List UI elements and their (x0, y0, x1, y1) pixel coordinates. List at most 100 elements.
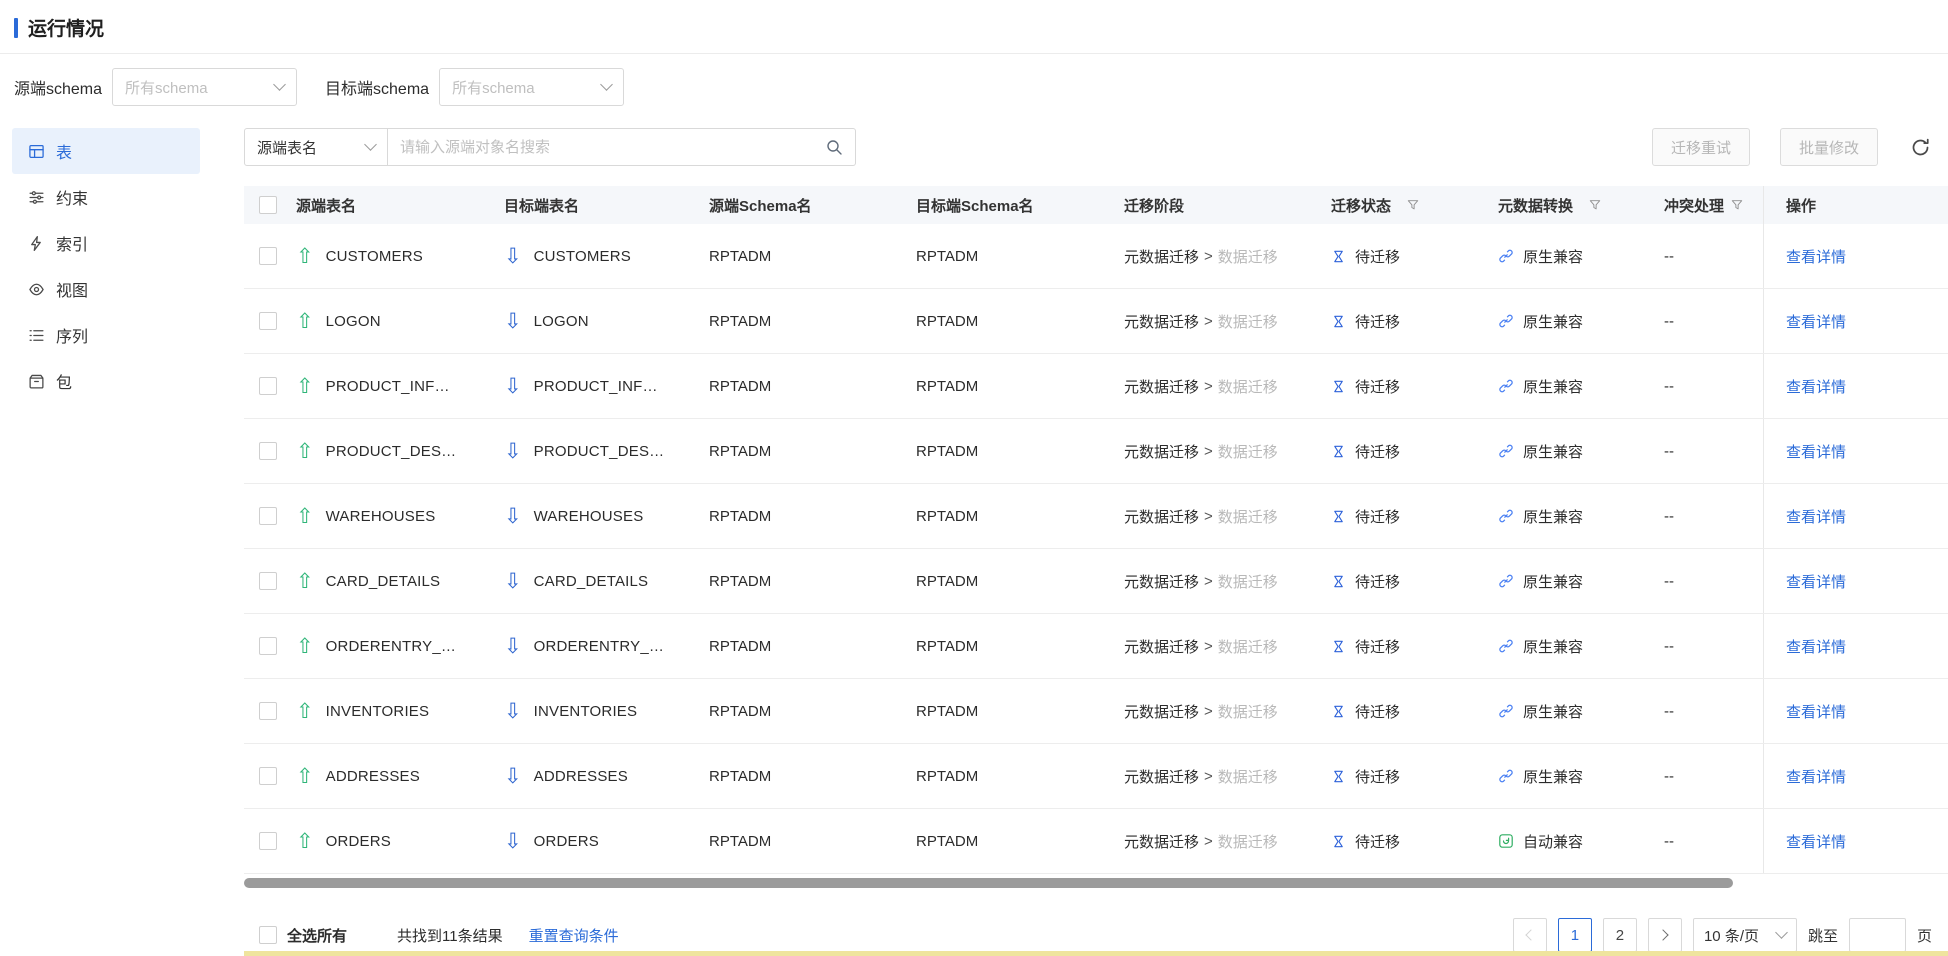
migration-table: 源端表名 目标端表名 源端Schema名 目标端Schema名 迁移阶段 迁移状… (244, 186, 1948, 888)
sidebar-item-constraints[interactable]: 约束 (12, 174, 200, 220)
target-table-name: CUSTOMERS (533, 247, 631, 265)
hourglass-icon (1334, 705, 1343, 717)
view-details-link[interactable]: 查看详情 (1786, 571, 1846, 592)
target-arrow-down-icon: ⇩ (504, 828, 522, 853)
filter-icon[interactable] (1731, 199, 1743, 211)
row-checkbox[interactable] (259, 832, 277, 850)
sidebar-item-sequences[interactable]: 序列 (12, 312, 200, 358)
refresh-button[interactable] (1908, 135, 1932, 159)
source-schema-select[interactable]: 所有schema (112, 68, 298, 106)
metadata-cell: 原生兼容 (1498, 766, 1664, 787)
page-button-1[interactable]: 1 (1557, 918, 1592, 952)
view-details-link[interactable]: 查看详情 (1786, 831, 1846, 852)
phase-separator: > (1204, 442, 1213, 460)
source-schema-value: 所有schema (125, 79, 208, 97)
constraint-icon (29, 190, 44, 204)
metadata-cell: 原生兼容 (1498, 701, 1664, 722)
target-schema-cell: RPTADM (916, 247, 979, 265)
phase-current: 元数据迁移 (1124, 313, 1200, 331)
next-page-button[interactable] (1647, 918, 1682, 952)
page-button-2[interactable]: 2 (1602, 918, 1637, 952)
sidebar-item-tables[interactable]: 表 (12, 128, 200, 174)
row-checkbox[interactable] (259, 377, 277, 395)
toolbar-actions: 迁移重试 批量修改 (1651, 128, 1932, 166)
batch-edit-button[interactable]: 批量修改 (1779, 128, 1878, 166)
source-table-name: CUSTOMERS (325, 247, 423, 265)
toolbar: 源端表名 迁移重试 批量修改 (244, 128, 1948, 166)
phase-separator: > (1204, 702, 1213, 720)
select-all-checkbox[interactable] (259, 196, 277, 214)
phase-current: 元数据迁移 (1124, 703, 1200, 721)
link-icon (1499, 444, 1513, 458)
link-icon (1499, 639, 1513, 653)
table-header: 源端表名 目标端表名 源端Schema名 目标端Schema名 迁移阶段 迁移状… (244, 186, 1948, 224)
phase-current: 元数据迁移 (1124, 638, 1200, 656)
target-schema-select[interactable]: 所有schema (439, 68, 625, 106)
sidebar-item-views[interactable]: 视图 (12, 266, 200, 312)
hourglass-icon (1334, 315, 1343, 327)
search-group: 源端表名 (244, 128, 856, 166)
scrollbar-thumb[interactable] (244, 878, 1733, 888)
source-table-name: INVENTORIES (325, 702, 430, 720)
target-table-name: ADDRESSES (533, 767, 628, 785)
target-schema-cell: RPTADM (916, 507, 979, 525)
search-type-select[interactable]: 源端表名 (244, 128, 388, 166)
filter-icon[interactable] (1407, 199, 1419, 211)
view-details-link[interactable]: 查看详情 (1786, 376, 1846, 397)
row-checkbox[interactable] (259, 507, 277, 525)
metadata-conversion: 原生兼容 (1523, 443, 1584, 461)
sidebar-item-packages[interactable]: 包 (12, 358, 200, 404)
source-arrow-up-icon: ⇧ (296, 373, 314, 398)
row-checkbox[interactable] (259, 572, 277, 590)
reset-query-link[interactable]: 重置查询条件 (529, 925, 619, 946)
metadata-conversion: 自动兼容 (1523, 833, 1584, 851)
status-cell: 待迁移 (1331, 831, 1498, 852)
col-header-phase: 迁移阶段 (1124, 197, 1185, 215)
search-box (388, 128, 856, 166)
row-checkbox[interactable] (259, 637, 277, 655)
action-cell: 查看详情 (1763, 354, 1948, 418)
sidebar-item-label: 包 (56, 375, 73, 392)
migration-retry-button[interactable]: 迁移重试 (1651, 128, 1750, 166)
prev-page-button[interactable] (1512, 918, 1547, 952)
status-cell: 待迁移 (1331, 701, 1498, 722)
hourglass-icon (1334, 250, 1343, 262)
view-details-link[interactable]: 查看详情 (1786, 311, 1846, 332)
target-arrow-down-icon: ⇩ (504, 763, 522, 788)
metadata-conversion: 原生兼容 (1523, 378, 1584, 396)
select-all-footer-checkbox[interactable] (259, 926, 277, 944)
source-table-name: PRODUCT_INF… (325, 377, 450, 395)
target-schema-value: 所有schema (452, 79, 535, 97)
status-cell: 待迁移 (1331, 636, 1498, 657)
target-schema-cell: RPTADM (916, 572, 979, 590)
source-arrow-up-icon: ⇧ (296, 568, 314, 593)
sidebar-item-indexes[interactable]: 索引 (12, 220, 200, 266)
refresh-icon (1912, 138, 1929, 155)
search-icon[interactable] (825, 138, 843, 156)
migration-status: 待迁移 (1355, 638, 1401, 656)
view-details-link[interactable]: 查看详情 (1786, 701, 1846, 722)
view-details-link[interactable]: 查看详情 (1786, 506, 1846, 527)
view-details-link[interactable]: 查看详情 (1786, 636, 1846, 657)
view-details-link[interactable]: 查看详情 (1786, 766, 1846, 787)
row-checkbox[interactable] (259, 312, 277, 330)
row-checkbox[interactable] (259, 702, 277, 720)
col-header-source-table: 源端表名 (296, 197, 357, 215)
link-icon (1499, 379, 1513, 393)
search-input[interactable] (400, 138, 825, 156)
view-details-link[interactable]: 查看详情 (1786, 441, 1846, 462)
hourglass-icon (1334, 445, 1343, 457)
table-row: ⇧ ADDRESSES ⇩ ADDRESSES RPTADM RPTADM 元数… (244, 744, 1948, 809)
metadata-conversion: 原生兼容 (1523, 638, 1584, 656)
jump-to-input[interactable] (1848, 918, 1906, 952)
row-checkbox[interactable] (259, 247, 277, 265)
filter-icon[interactable] (1589, 199, 1601, 211)
conflict-cell: -- (1664, 507, 1674, 525)
hourglass-icon (1334, 770, 1343, 782)
status-cell: 待迁移 (1331, 506, 1498, 527)
row-checkbox[interactable] (259, 767, 277, 785)
metadata-cell: 原生兼容 (1498, 506, 1664, 527)
page-size-select[interactable]: 10 条/页 (1692, 918, 1797, 952)
view-details-link[interactable]: 查看详情 (1786, 246, 1846, 267)
row-checkbox[interactable] (259, 442, 277, 460)
